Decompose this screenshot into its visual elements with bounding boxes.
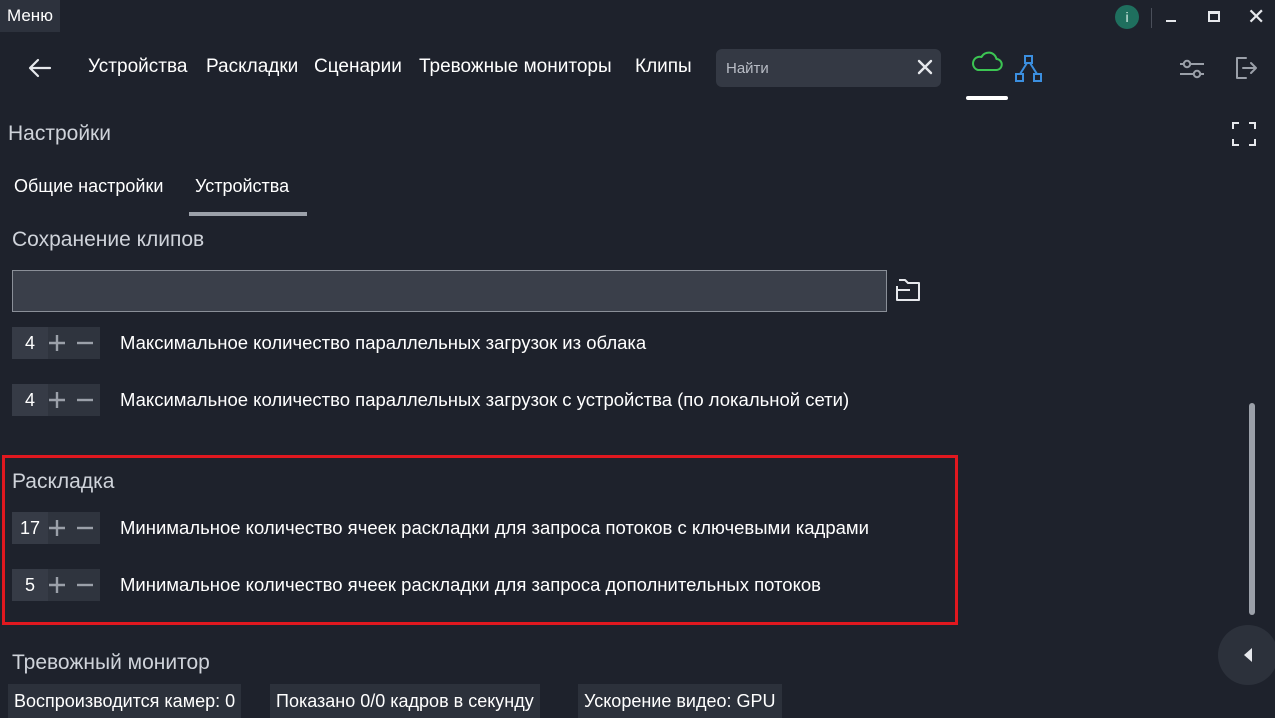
section-title-clips: Сохранение клипов <box>12 228 205 251</box>
status-frames-per-second: Показано 0/0 кадров в секунду <box>270 684 540 718</box>
tab-devices[interactable]: Устройства <box>195 176 289 197</box>
quantity-stepper: 17 <box>12 512 100 544</box>
minimize-icon[interactable] <box>1166 8 1178 28</box>
nav-link-scenarios[interactable]: Сценарии <box>314 56 402 78</box>
minus-icon[interactable] <box>75 390 95 410</box>
minus-icon[interactable] <box>75 518 95 538</box>
clear-search-icon[interactable] <box>915 57 935 77</box>
fullscreen-icon[interactable] <box>1232 122 1256 146</box>
search-box <box>716 49 941 87</box>
cloud-icon <box>972 51 1003 71</box>
plus-icon[interactable] <box>47 575 67 595</box>
nav-link-clips[interactable]: Клипы <box>635 56 692 78</box>
settings-sliders-icon[interactable] <box>1178 56 1206 82</box>
page-title: Настройки <box>8 122 111 145</box>
collapse-panel-button[interactable] <box>1218 625 1275 685</box>
stepper-value[interactable]: 4 <box>12 384 48 416</box>
info-icon[interactable]: i <box>1115 5 1139 29</box>
quantity-stepper: 4 <box>12 327 100 359</box>
setting-label: Минимальное количество ячеек раскладки д… <box>120 574 821 595</box>
active-tab-indicator <box>189 212 307 216</box>
minus-icon[interactable] <box>75 575 95 595</box>
cloud-tab[interactable] <box>966 46 1008 100</box>
nav-link-alarm-monitors[interactable]: Тревожные мониторы <box>419 56 612 78</box>
minus-icon[interactable] <box>75 333 95 353</box>
stepper-value[interactable]: 4 <box>12 327 48 359</box>
maximize-icon[interactable] <box>1208 11 1220 22</box>
vertical-scrollbar[interactable] <box>1249 403 1255 615</box>
setting-label: Максимальное количество параллельных заг… <box>120 332 647 353</box>
settings-content: Настройки Общие настройки Устройства Сох… <box>0 100 1275 718</box>
setting-label: Максимальное количество параллельных заг… <box>120 389 850 410</box>
highlight-frame <box>2 455 958 625</box>
status-cameras-playing: Воспроизводится камер: 0 <box>8 684 242 718</box>
stepper-value[interactable]: 17 <box>12 512 48 544</box>
search-input[interactable] <box>726 49 906 87</box>
top-navigation: Устройства Раскладки Сценарии Тревожные … <box>0 36 1275 100</box>
status-video-acceleration: Ускорение видео: GPU <box>578 684 782 718</box>
setting-label: Минимальное количество ячеек раскладки д… <box>120 517 869 538</box>
section-title-alarm-monitor: Тревожный монитор <box>12 651 210 674</box>
plus-icon[interactable] <box>47 333 67 353</box>
title-bar: Меню i ✕ <box>0 0 1275 36</box>
plus-icon[interactable] <box>47 518 67 538</box>
quantity-stepper: 5 <box>12 569 100 601</box>
folder-icon[interactable] <box>894 278 924 304</box>
close-window-icon[interactable]: ✕ <box>1247 6 1267 28</box>
back-arrow-icon[interactable] <box>26 54 54 82</box>
nav-link-layouts[interactable]: Раскладки <box>206 56 298 78</box>
section-title-layout: Раскладка <box>12 470 115 493</box>
stepper-value[interactable]: 5 <box>12 569 48 601</box>
logout-icon[interactable] <box>1234 54 1258 82</box>
quantity-stepper: 4 <box>12 384 100 416</box>
chevron-left-icon <box>1244 648 1252 662</box>
plus-icon[interactable] <box>47 390 67 410</box>
menu-button[interactable]: Меню <box>0 0 60 32</box>
tab-general-settings[interactable]: Общие настройки <box>14 176 163 197</box>
clips-path-input[interactable] <box>12 270 887 312</box>
window-controls-divider <box>1151 8 1152 28</box>
nav-link-devices[interactable]: Устройства <box>88 56 187 78</box>
network-icon[interactable] <box>1014 54 1044 84</box>
